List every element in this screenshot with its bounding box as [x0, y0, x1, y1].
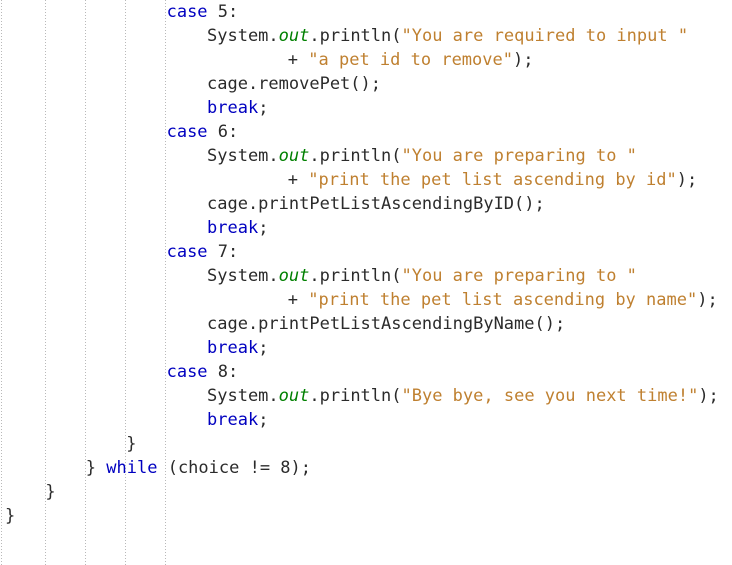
token-string: "print the pet list ascending by name" [308, 290, 698, 310]
code-line: System.out.println("Bye bye, see you nex… [0, 384, 732, 408]
token-string: "print the pet list ascending by id" [308, 170, 677, 190]
code-line: System.out.println("You are preparing to… [0, 144, 732, 168]
code-line: } [0, 504, 732, 528]
code-line: } while (choice != 8); [0, 456, 732, 480]
token-field: out [278, 146, 310, 166]
token-plain: + [287, 50, 309, 70]
code-editor[interactable]: case 5: System.out.println("You are requi… [0, 0, 732, 565]
code-line: System.out.println("You are preparing to… [0, 264, 732, 288]
token-plain: cage.printPetListAscendingByID(); [207, 194, 545, 214]
token-plain: .println( [309, 26, 402, 46]
token-plain: System. [207, 386, 279, 406]
token-keyword: while [106, 458, 158, 478]
token-keyword: break [207, 218, 259, 238]
token-plain: ); [697, 290, 718, 310]
token-plain: .println( [309, 146, 402, 166]
code-line: case 5: [0, 0, 732, 24]
token-keyword: case [166, 122, 208, 142]
code-line: break; [0, 336, 732, 360]
code-line: + "print the pet list ascending by id"); [0, 168, 732, 192]
token-plain: .println( [309, 386, 402, 406]
token-plain: 5: [207, 2, 239, 22]
token-plain: ; [258, 218, 269, 238]
token-keyword: case [166, 242, 208, 262]
token-plain: } [85, 458, 107, 478]
token-keyword: break [207, 98, 259, 118]
token-plain: + [287, 170, 309, 190]
token-plain: .println( [309, 266, 402, 286]
token-plain: System. [207, 146, 279, 166]
code-line: + "print the pet list ascending by name"… [0, 288, 732, 312]
token-plain: } [126, 434, 137, 454]
token-string: "You are preparing to " [401, 266, 637, 286]
code-line: cage.printPetListAscendingByName(); [0, 312, 732, 336]
token-plain: System. [207, 266, 279, 286]
token-plain: + [287, 290, 309, 310]
token-keyword: case [166, 2, 208, 22]
token-string: "You are preparing to " [401, 146, 637, 166]
code-line: case 7: [0, 240, 732, 264]
code-line: case 8: [0, 360, 732, 384]
token-plain: ; [258, 338, 269, 358]
token-plain: ); [676, 170, 698, 190]
code-line: cage.printPetListAscendingByID(); [0, 192, 732, 216]
token-plain: } [45, 482, 56, 502]
code-line: case 6: [0, 120, 732, 144]
token-plain: 6: [207, 122, 239, 142]
token-plain: ); [512, 50, 534, 70]
code-line: } [0, 432, 732, 456]
token-plain: System. [207, 26, 279, 46]
token-plain: ; [258, 98, 269, 118]
token-keyword: break [207, 338, 259, 358]
token-field: out [278, 26, 310, 46]
token-string: "Bye bye, see you next time!" [401, 386, 699, 406]
code-line: cage.removePet(); [0, 72, 732, 96]
code-line: System.out.println("You are required to … [0, 24, 732, 48]
code-line-list: case 5: System.out.println("You are requi… [0, 0, 732, 528]
token-string: "a pet id to remove" [308, 50, 513, 70]
token-plain: cage.removePet(); [207, 74, 381, 94]
token-keyword: break [207, 410, 259, 430]
token-keyword: case [166, 362, 208, 382]
code-line: break; [0, 408, 732, 432]
token-plain: } [5, 506, 16, 526]
token-plain: ; [258, 410, 269, 430]
token-plain: (choice != 8); [157, 458, 311, 478]
code-line: break; [0, 216, 732, 240]
code-line: + "a pet id to remove"); [0, 48, 732, 72]
token-plain: 8: [207, 362, 239, 382]
token-plain: 7: [207, 242, 239, 262]
token-plain: cage.printPetListAscendingByName(); [207, 314, 566, 334]
code-line: break; [0, 96, 732, 120]
code-line: } [0, 480, 732, 504]
token-string: "You are required to input " [401, 26, 689, 46]
token-plain: ); [698, 386, 719, 406]
token-field: out [278, 386, 310, 406]
token-field: out [278, 266, 310, 286]
